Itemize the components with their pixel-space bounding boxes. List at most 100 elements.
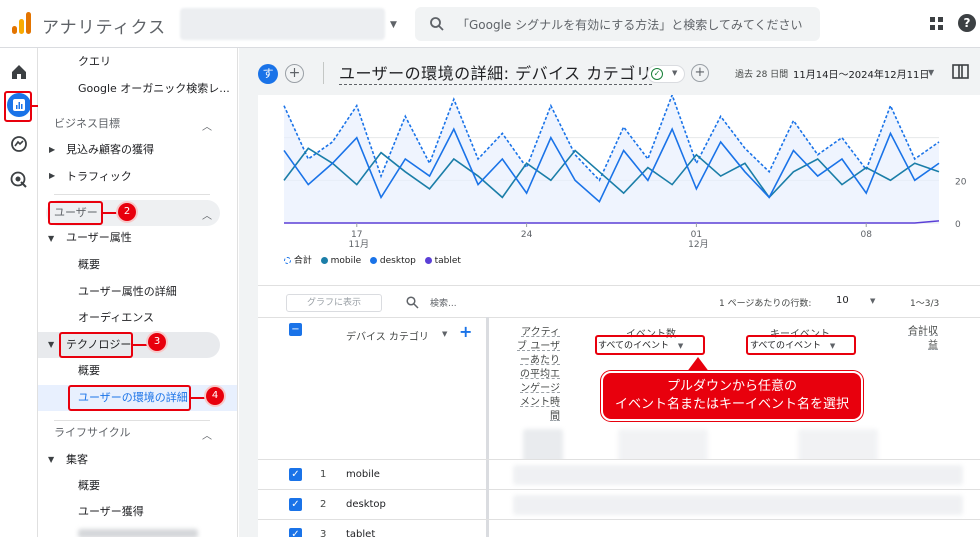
highlight-user-environment bbox=[68, 385, 191, 411]
advertising-icon[interactable] bbox=[10, 171, 28, 189]
nav-item-organic-search[interactable]: Google オーガニック検索レ... bbox=[78, 77, 230, 101]
row-checkbox[interactable]: ✓ bbox=[289, 528, 302, 537]
dimension-chevron-icon[interactable]: ▼ bbox=[442, 330, 447, 338]
dimension-column-divider bbox=[486, 490, 489, 520]
highlight-technology bbox=[59, 332, 133, 358]
home-icon[interactable] bbox=[10, 64, 28, 80]
nav-item-truncated bbox=[78, 529, 198, 537]
y-tick-label: 0 bbox=[955, 220, 961, 230]
legend-dot-icon bbox=[424, 257, 432, 264]
legend-item-mobile[interactable]: mobile bbox=[320, 256, 361, 266]
nav-divider bbox=[54, 194, 210, 195]
collapse-arrow-icon[interactable]: ▼ bbox=[48, 340, 54, 349]
chevron-up-icon[interactable]: ︿ bbox=[202, 207, 212, 222]
x-tick-month: 11月 bbox=[349, 239, 369, 250]
x-tick-label: 24 bbox=[521, 230, 533, 240]
highlight-reports bbox=[4, 91, 32, 122]
dimension-header[interactable]: デバイス カテゴリ bbox=[346, 328, 429, 343]
callout-box: プルダウンから任意の イベント名またはキーイベント名を選択 bbox=[601, 371, 863, 421]
apps-grid-icon[interactable] bbox=[930, 17, 944, 31]
add-comparison-icon[interactable]: + bbox=[285, 64, 304, 83]
row-device[interactable]: tablet bbox=[346, 529, 375, 537]
header-checkbox[interactable]: − bbox=[289, 323, 302, 336]
nav-item-demographics-details[interactable]: ユーザー属性の詳細 bbox=[78, 280, 177, 304]
search-icon bbox=[406, 296, 419, 309]
header-divider bbox=[323, 62, 324, 84]
nav-item-tech-overview[interactable]: 概要 bbox=[78, 359, 100, 383]
analytics-logo[interactable] bbox=[12, 12, 32, 34]
highlight-events-dropdown bbox=[595, 335, 705, 355]
collapse-arrow-icon[interactable]: ▼ bbox=[48, 455, 54, 464]
search-icon bbox=[430, 17, 444, 31]
chart-legend: 合計 mobile desktop tablet bbox=[284, 253, 461, 267]
collapse-arrow-icon[interactable]: ▼ bbox=[48, 234, 54, 243]
callout-line-1: プルダウンから任意の bbox=[666, 379, 797, 394]
rows-per-page-select[interactable]: 10 bbox=[836, 295, 849, 306]
col-header-avg-engagement[interactable]: アクティブ ユーザーあたりの平均エンゲージメント時間 bbox=[513, 326, 560, 424]
legend-dot-icon bbox=[284, 257, 291, 264]
nav-item-traffic[interactable]: トラフィック bbox=[66, 165, 132, 189]
property-selector[interactable] bbox=[180, 8, 385, 40]
search-input[interactable]: 「Google シグナルを有効にする方法」と検索してみてください bbox=[457, 16, 803, 33]
chevron-up-icon[interactable]: ︿ bbox=[202, 118, 212, 133]
table-row[interactable]: ✓ 3 tablet bbox=[258, 519, 980, 537]
date-chevron-icon[interactable]: ▼ bbox=[928, 68, 934, 77]
nav-panel: クエリ Google オーガニック検索レ... ビジネス目標 ︿ ▶ 見込み顧客… bbox=[38, 48, 238, 537]
panel-toggle-icon[interactable] bbox=[952, 64, 969, 79]
avatar[interactable]: す bbox=[258, 64, 278, 84]
table-row[interactable]: ✓ 2 desktop bbox=[258, 489, 980, 520]
nav-item-acquisition[interactable]: 集客 bbox=[66, 448, 88, 472]
highlight-user bbox=[48, 201, 103, 225]
connector-3 bbox=[133, 344, 149, 346]
y-tick-label: 20 bbox=[955, 177, 967, 187]
nav-item-lead-acquisition[interactable]: 見込み顧客の獲得 bbox=[66, 138, 154, 162]
status-check-icon[interactable]: ✓ ▼ bbox=[647, 65, 685, 83]
property-chevron-icon[interactable]: ▼ bbox=[390, 20, 397, 30]
x-tick-month: 12月 bbox=[688, 239, 708, 250]
chevron-up-icon[interactable]: ︿ bbox=[202, 427, 212, 442]
page-title: ユーザーの環境の詳細: デバイス カテゴリ bbox=[339, 60, 653, 85]
nav-section-lifecycle[interactable]: ライフサイクル bbox=[54, 421, 130, 445]
legend-item-total[interactable]: 合計 bbox=[284, 253, 312, 266]
plot-rows-button[interactable]: グラフに表示 bbox=[286, 294, 382, 312]
top-bar: アナリティクス ▼ 「Google シグナルを有効にする方法」と検索してみてくだ… bbox=[0, 0, 980, 48]
callout-line-2: イベント名またはキーイベント名を選択 bbox=[614, 397, 849, 412]
table-search-input[interactable]: 検索... bbox=[430, 296, 457, 309]
x-tick-label: 08 bbox=[860, 230, 872, 240]
nav-item-acquisition-overview[interactable]: 概要 bbox=[78, 474, 100, 498]
row-checkbox[interactable]: ✓ bbox=[289, 468, 302, 481]
expand-arrow-icon[interactable]: ▶ bbox=[49, 145, 55, 154]
badge-2: 2 bbox=[118, 203, 136, 221]
table-row[interactable]: ✓ 1 mobile bbox=[258, 459, 980, 490]
rows-per-page-label: 1 ページあたりの行数: bbox=[719, 299, 812, 309]
add-filter-icon[interactable]: + bbox=[691, 64, 709, 82]
legend-item-tablet[interactable]: tablet bbox=[424, 256, 461, 266]
nav-item-demographics-overview[interactable]: 概要 bbox=[78, 253, 100, 277]
legend-item-desktop[interactable]: desktop bbox=[370, 256, 416, 266]
dimension-column-divider bbox=[486, 520, 489, 537]
expand-arrow-icon[interactable]: ▶ bbox=[49, 171, 55, 180]
dimension-column-divider bbox=[486, 460, 489, 490]
row-device[interactable]: mobile bbox=[346, 469, 380, 480]
report-header: す + ユーザーの環境の詳細: デバイス カテゴリ ✓ ▼ + 過去 28 日間… bbox=[239, 48, 980, 94]
blurred-values bbox=[513, 495, 963, 515]
nav-section-business-goals[interactable]: ビジネス目標 bbox=[54, 112, 120, 136]
nav-item-demographics[interactable]: ユーザー属性 bbox=[66, 226, 132, 250]
nav-item-audiences[interactable]: オーディエンス bbox=[78, 306, 154, 330]
table-toolbar: グラフに表示 検索... 1 ページあたりの行数: 10 ▼ 1〜3/3 bbox=[258, 285, 980, 317]
x-tick-label: 17 bbox=[351, 230, 362, 240]
help-icon[interactable]: ? bbox=[958, 14, 976, 32]
explore-icon[interactable] bbox=[10, 135, 28, 153]
connector-2 bbox=[103, 212, 119, 214]
nav-item-query[interactable]: クエリ bbox=[78, 50, 111, 74]
search-bar[interactable]: 「Google シグナルを有効にする方法」と検索してみてください bbox=[415, 7, 820, 41]
col-header-revenue[interactable]: 合計収益 bbox=[908, 325, 938, 353]
blurred-values bbox=[513, 465, 963, 485]
row-checkbox[interactable]: ✓ bbox=[289, 498, 302, 511]
nav-item-user-acquisition[interactable]: ユーザー獲得 bbox=[78, 500, 144, 524]
date-range[interactable]: 11月14日～2024年12月11日 bbox=[793, 66, 929, 81]
row-index: 1 bbox=[320, 469, 327, 480]
rows-chevron-icon[interactable]: ▼ bbox=[870, 297, 875, 305]
row-device[interactable]: desktop bbox=[346, 499, 386, 510]
add-dimension-icon[interactable]: + bbox=[459, 322, 472, 341]
